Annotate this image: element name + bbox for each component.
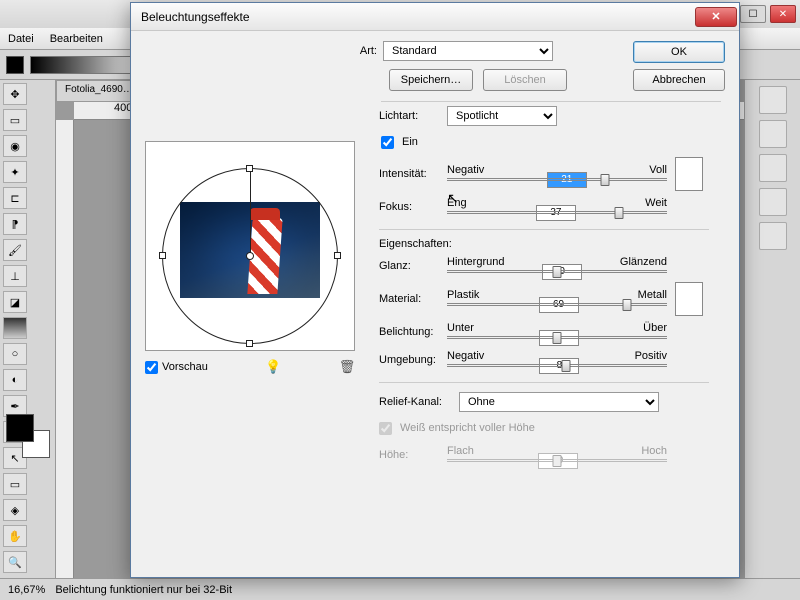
gloss-slider[interactable] (447, 268, 667, 278)
status-bar: 16,67% Belichtung funktioniert nur bei 3… (0, 578, 800, 600)
maximize-button[interactable]: ☐ (740, 5, 766, 23)
divider (381, 101, 721, 102)
relief-label: Relief-Kanal: (379, 396, 451, 408)
lightbulb-icon[interactable]: 💡 (265, 359, 281, 375)
ruler-vertical (56, 120, 74, 578)
light-ellipse[interactable] (162, 168, 338, 344)
properties-label: Eigenschaften: (379, 238, 725, 250)
exposure-slider[interactable] (447, 334, 667, 344)
save-button[interactable]: Speichern… (389, 69, 473, 91)
lighttype-label: Lichtart: (379, 110, 439, 122)
focus-label: Fokus: (379, 201, 439, 213)
panel-icon[interactable] (759, 188, 787, 216)
lighting-effects-dialog: Beleuchtungseffekte ✕ OK Abbrechen Art: … (130, 2, 740, 578)
wand-tool[interactable]: ✦ (3, 161, 27, 183)
intensity-label: Intensität: (379, 168, 439, 180)
ambience-right: Positiv (635, 350, 667, 362)
lasso-tool[interactable]: ◉ (3, 135, 27, 157)
shape-tool[interactable]: ▭ (3, 473, 27, 495)
trash-icon[interactable]: 🗑 (339, 359, 355, 375)
intensity-left: Negativ (447, 164, 484, 176)
panel-dock (744, 80, 800, 578)
crop-tool[interactable]: ⊏ (3, 187, 27, 209)
exposure-label: Belichtung: (379, 326, 439, 338)
delete-button[interactable]: Löschen (483, 69, 567, 91)
preview-checkbox[interactable]: Vorschau (145, 361, 208, 374)
ambience-slider[interactable] (447, 362, 667, 372)
toolbox: ✥ ▭ ◉ ✦ ⊏ ⁋ 🖌 ⊥ ◪ ○ ◐ ✒ T ↖ ▭ ◈ ✋ 🔍 (0, 80, 56, 578)
3d-tool[interactable]: ◈ (3, 499, 27, 521)
gloss-left: Hintergrund (447, 256, 504, 268)
ambience-left: Negativ (447, 350, 484, 362)
marquee-tool[interactable]: ▭ (3, 109, 27, 131)
lighttype-select[interactable]: Spotlicht (447, 106, 557, 126)
style-select[interactable]: Standard (383, 41, 553, 61)
preview-label: Vorschau (162, 361, 208, 373)
zoom-level[interactable]: 16,67% (8, 584, 45, 596)
panel-icon[interactable] (759, 86, 787, 114)
exposure-right: Über (643, 322, 667, 334)
light-color-swatch[interactable] (675, 157, 703, 191)
menu-file[interactable]: Datei (8, 33, 34, 45)
height-left: Flach (447, 445, 474, 457)
intensity-right: Voll (649, 164, 667, 176)
dialog-titlebar[interactable]: Beleuchtungseffekte ✕ (131, 3, 739, 31)
style-label: Art: (145, 45, 377, 57)
ambience-label: Umgebung: (379, 354, 439, 366)
eraser-tool[interactable]: ◪ (3, 291, 27, 313)
gradient-tool[interactable] (3, 317, 27, 339)
eyedropper-tool[interactable]: ⁋ (3, 213, 27, 235)
white-high-checkbox: Weiß entspricht voller Höhe (379, 417, 725, 439)
preview-canvas[interactable] (145, 141, 355, 351)
white-high-label: Weiß entspricht voller Höhe (400, 422, 535, 434)
material-left: Plastik (447, 289, 479, 301)
material-slider[interactable] (447, 301, 667, 311)
foreground-swatch[interactable] (6, 56, 24, 74)
height-label: Höhe: (379, 449, 439, 461)
app-close-button[interactable]: ✕ (770, 5, 796, 23)
dodge-tool[interactable]: ◐ (3, 369, 27, 391)
panel-icon[interactable] (759, 120, 787, 148)
zoom-tool[interactable]: 🔍 (3, 551, 27, 573)
height-right: Hoch (641, 445, 667, 457)
light-on-checkbox[interactable]: Ein (381, 131, 725, 153)
panel-icon[interactable] (759, 222, 787, 250)
intensity-slider[interactable] (447, 176, 667, 186)
material-label: Material: (379, 293, 439, 305)
cancel-button[interactable]: Abbrechen (633, 69, 725, 91)
ambient-color-swatch[interactable] (675, 282, 703, 316)
light-on-label: Ein (402, 136, 418, 148)
material-right: Metall (638, 289, 667, 301)
color-swatches[interactable] (6, 414, 50, 458)
dialog-close-button[interactable]: ✕ (695, 7, 737, 27)
hand-tool[interactable]: ✋ (3, 525, 27, 547)
blur-tool[interactable]: ○ (3, 343, 27, 365)
menu-edit[interactable]: Bearbeiten (50, 33, 103, 45)
focus-right: Weit (645, 197, 667, 209)
stamp-tool[interactable]: ⊥ (3, 265, 27, 287)
relief-select[interactable]: Ohne (459, 392, 659, 412)
focus-left: Eng (447, 197, 467, 209)
document-tab[interactable]: Fotolia_4690… (56, 80, 142, 102)
panel-icon[interactable] (759, 154, 787, 182)
exposure-left: Unter (447, 322, 474, 334)
gloss-label: Glanz: (379, 260, 439, 272)
move-tool[interactable]: ✥ (3, 83, 27, 105)
dialog-title: Beleuchtungseffekte (141, 10, 250, 24)
preview-check-input[interactable] (145, 361, 158, 374)
gloss-right: Glänzend (620, 256, 667, 268)
status-text: Belichtung funktioniert nur bei 32-Bit (55, 584, 232, 596)
ok-button[interactable]: OK (633, 41, 725, 63)
brush-tool[interactable]: 🖌 (3, 239, 27, 261)
height-slider (447, 457, 667, 467)
focus-slider[interactable] (447, 209, 667, 219)
